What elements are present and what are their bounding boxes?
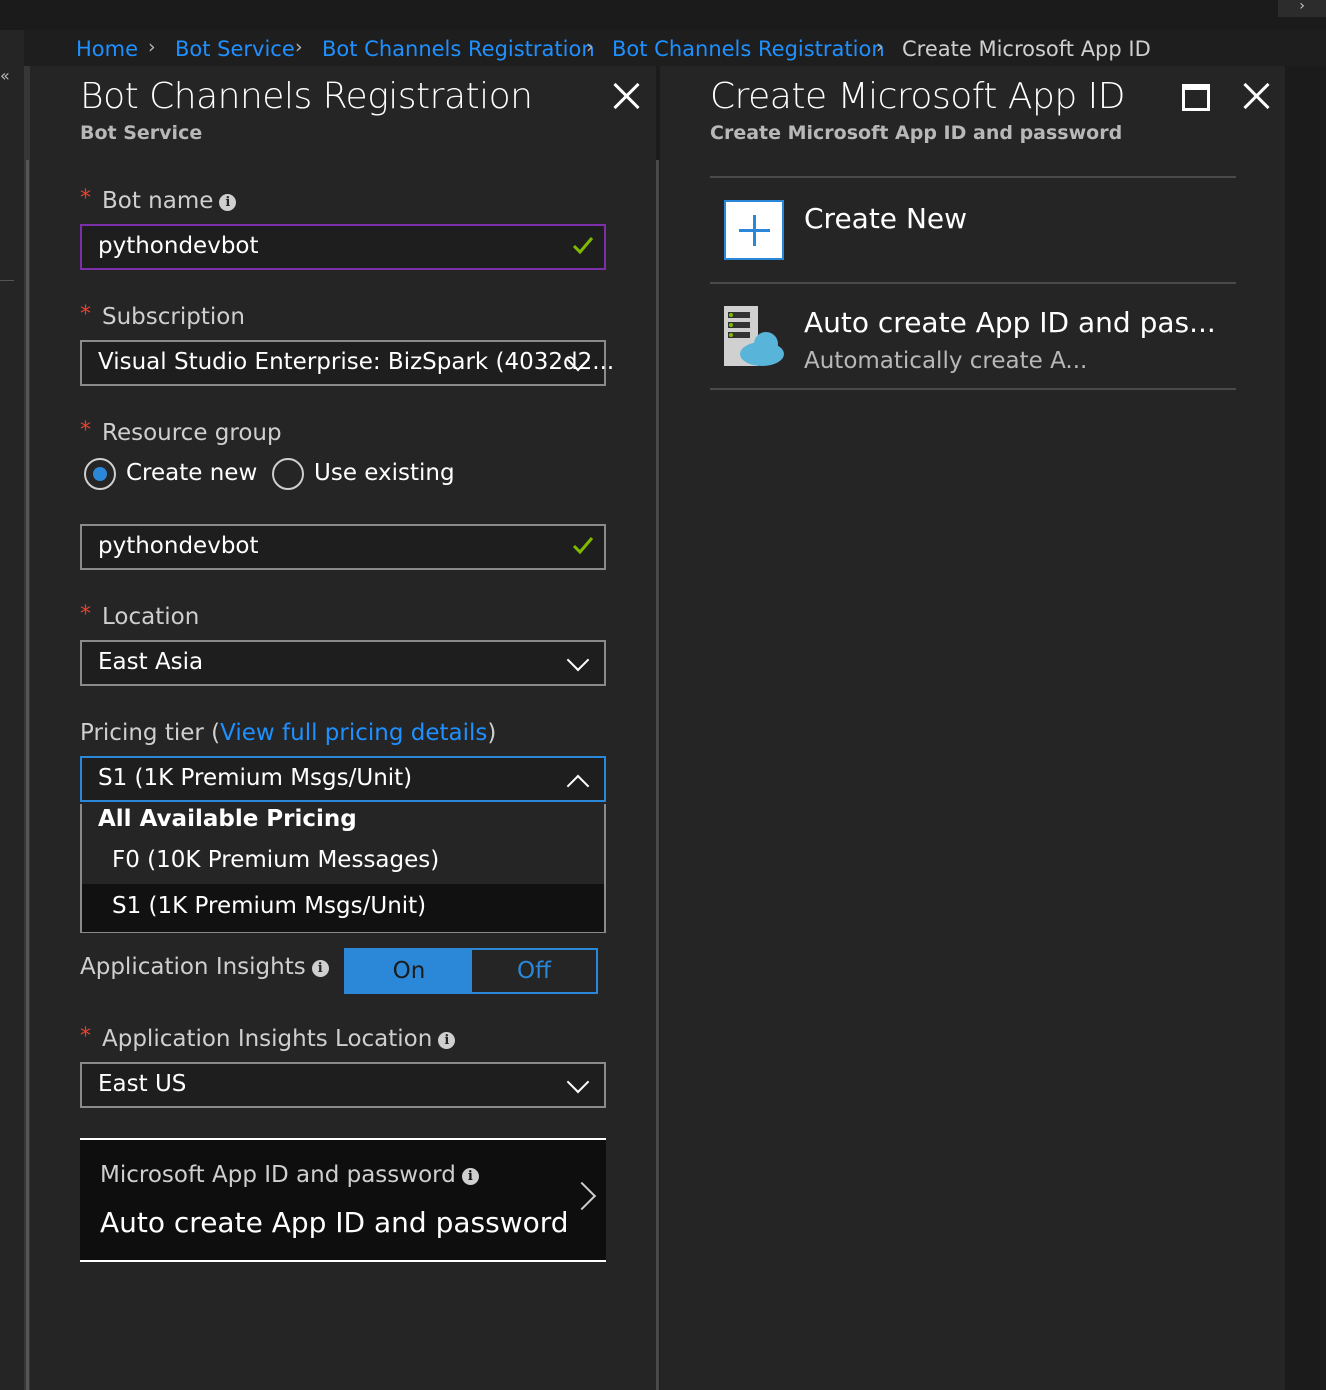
breadcrumb-separator-icon: ›	[148, 36, 156, 58]
info-icon[interactable]: i	[461, 1168, 479, 1185]
blade-title: Create Microsoft App ID	[710, 76, 1125, 117]
auto-create-description: Automatically create A...	[804, 348, 1088, 374]
breadcrumb-bot-service[interactable]: Bot Service	[175, 37, 295, 61]
chevron-down-icon	[566, 1070, 590, 1094]
view-pricing-link[interactable]: View full pricing details	[220, 720, 487, 746]
scrollbar[interactable]	[26, 160, 29, 1390]
nav-divider	[0, 280, 14, 281]
close-icon[interactable]	[612, 82, 640, 110]
location-select[interactable]: East Asia	[80, 640, 606, 686]
app-insights-location-value: East US	[98, 1071, 187, 1097]
info-icon[interactable]: i	[438, 1032, 456, 1049]
resource-group-label: Resource group	[102, 420, 282, 446]
create-new-radio[interactable]	[84, 458, 116, 490]
scrollbar[interactable]	[656, 160, 659, 1390]
maximize-icon[interactable]	[1182, 84, 1210, 111]
breadcrumb-separator-icon: ›	[876, 36, 884, 58]
expand-icon[interactable]: ›	[1278, 0, 1326, 17]
breadcrumb-bot-channels-registration[interactable]: Bot Channels Registration	[322, 37, 595, 61]
divider	[710, 388, 1236, 390]
divider	[710, 176, 1236, 178]
checkmark-icon	[572, 537, 594, 555]
required-marker: *	[80, 186, 91, 211]
blade-subtitle: Create Microsoft App ID and password	[710, 122, 1123, 144]
app-insights-off-button[interactable]: Off	[472, 950, 596, 992]
breadcrumb-current: Create Microsoft App ID	[902, 37, 1151, 61]
chevron-up-icon	[566, 774, 590, 798]
left-nav-strip: «	[0, 30, 24, 1390]
pricing-tier-label: Pricing tier (View full pricing details)	[80, 720, 497, 746]
chevron-down-icon	[566, 648, 590, 672]
app-id-value: Auto create App ID and password	[100, 1206, 569, 1239]
chevron-right-icon	[567, 1181, 597, 1211]
info-icon[interactable]: i	[311, 960, 329, 977]
subscription-value: Visual Studio Enterprise: BizSpark (4032…	[98, 349, 615, 375]
auto-create-option[interactable]: Auto create App ID and pas...	[804, 306, 1216, 339]
app-insights-on-button[interactable]: On	[346, 950, 472, 992]
dropdown-group-header: All Available Pricing	[98, 806, 357, 832]
location-label: Location	[102, 604, 200, 630]
app-insights-toggle[interactable]: On Off	[344, 948, 598, 994]
create-new-label[interactable]: Create new	[126, 460, 257, 486]
pricing-option-f0[interactable]: F0 (10K Premium Messages)	[82, 838, 604, 886]
server-cloud-icon	[724, 306, 784, 366]
use-existing-label[interactable]: Use existing	[314, 460, 455, 486]
app-insights-location-label: Application Insights Location i	[102, 1026, 456, 1052]
blade-title: Bot Channels Registration	[80, 76, 533, 117]
plus-icon[interactable]	[724, 200, 784, 260]
pricing-tier-dropdown: All Available Pricing F0 (10K Premium Me…	[80, 804, 606, 933]
subscription-select[interactable]: Visual Studio Enterprise: BizSpark (4032…	[80, 340, 614, 386]
checkmark-icon	[572, 237, 594, 255]
app-insights-label: Application Insights i	[80, 954, 329, 980]
location-value: East Asia	[98, 649, 204, 675]
resource-group-value: pythondevbot	[98, 533, 259, 559]
breadcrumb: Home › Bot Service › Bot Channels Regist…	[24, 30, 1326, 66]
create-app-id-blade	[660, 66, 1285, 1390]
subscription-label: Subscription	[102, 304, 245, 330]
bot-name-value: pythondevbot	[98, 233, 259, 259]
breadcrumb-separator-icon: ›	[586, 36, 594, 58]
breadcrumb-separator-icon: ›	[295, 36, 303, 58]
collapse-chevron-icon[interactable]: «	[0, 66, 10, 85]
blade-subtitle: Bot Service	[80, 122, 203, 144]
close-icon[interactable]	[1242, 82, 1270, 110]
pricing-tier-value: S1 (1K Premium Msgs/Unit)	[98, 765, 413, 791]
bot-name-label: Bot name i	[102, 188, 237, 214]
breadcrumb-home[interactable]: Home	[76, 37, 138, 61]
bot-name-input[interactable]: pythondevbot	[80, 224, 606, 270]
required-marker: *	[80, 1024, 91, 1049]
app-insights-location-select[interactable]: East US	[80, 1062, 606, 1108]
breadcrumb-bot-channels-registration-2[interactable]: Bot Channels Registration	[612, 37, 885, 61]
info-icon[interactable]: i	[219, 194, 237, 211]
app-id-selector[interactable]: Microsoft App ID and password i Auto crea…	[80, 1138, 606, 1262]
page-edge	[1285, 66, 1326, 1390]
required-marker: *	[80, 418, 91, 443]
resource-group-input[interactable]: pythondevbot	[80, 524, 606, 570]
pricing-tier-select[interactable]: S1 (1K Premium Msgs/Unit)	[80, 756, 606, 802]
create-new-option[interactable]: Create New	[804, 202, 967, 235]
use-existing-radio[interactable]	[272, 458, 304, 490]
app-id-label: Microsoft App ID and password i	[100, 1162, 479, 1188]
top-bar: ›	[0, 0, 1326, 30]
divider	[710, 282, 1236, 284]
pricing-option-s1[interactable]: S1 (1K Premium Msgs/Unit)	[82, 884, 604, 932]
required-marker: *	[80, 602, 91, 627]
required-marker: *	[80, 302, 91, 327]
